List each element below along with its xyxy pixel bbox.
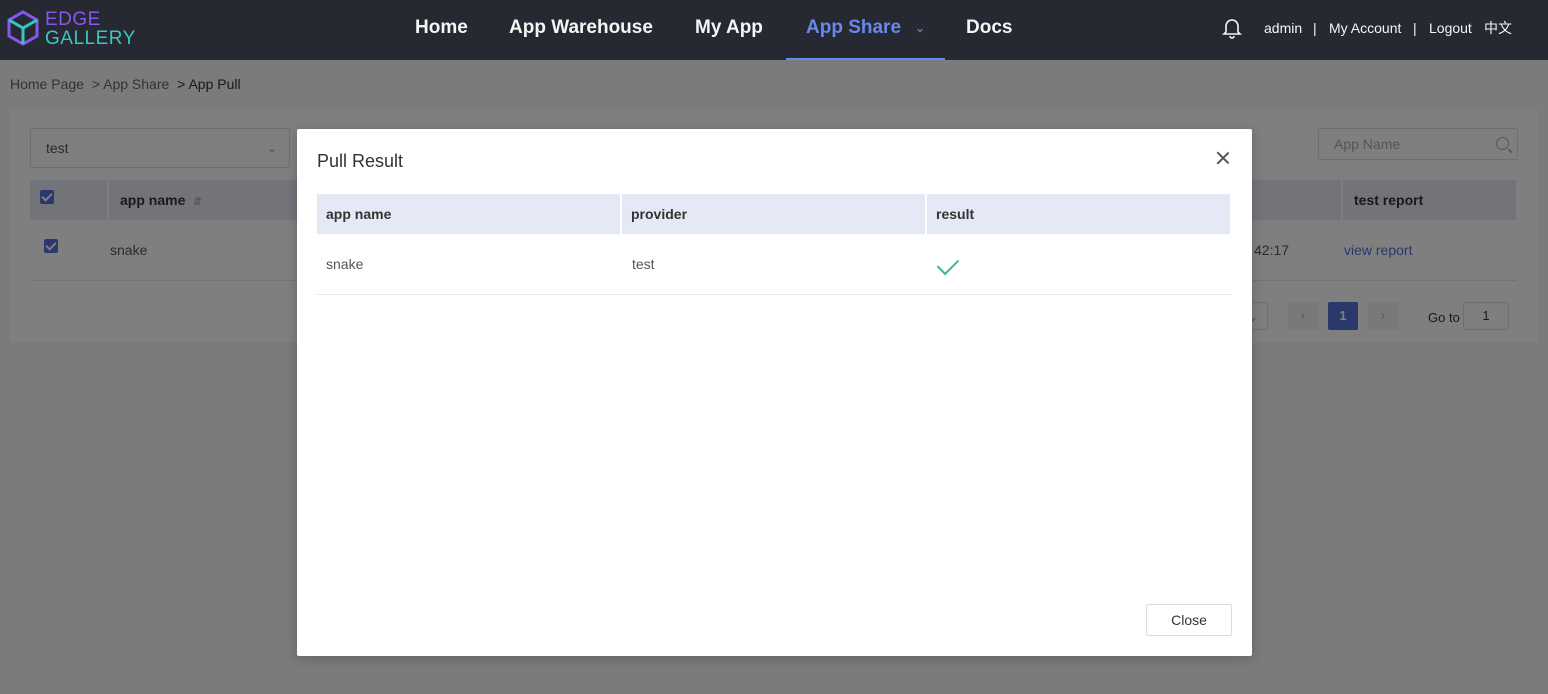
success-check-icon [936, 252, 960, 276]
pull-result-table-header: app name provider result [317, 194, 1230, 234]
header-overlay [0, 0, 1548, 60]
close-button[interactable]: Close [1146, 604, 1232, 636]
pull-result-dialog: Pull Result app name provider result sna… [297, 129, 1252, 656]
result-provider: test [632, 256, 655, 272]
column-header-app-name: app name [326, 206, 392, 222]
column-header-result: result [936, 206, 975, 222]
row-divider [317, 294, 1232, 295]
dialog-title: Pull Result [317, 151, 404, 171]
column-header-provider: provider [631, 206, 688, 222]
result-app-name: snake [326, 256, 364, 272]
close-icon[interactable] [1216, 151, 1230, 165]
